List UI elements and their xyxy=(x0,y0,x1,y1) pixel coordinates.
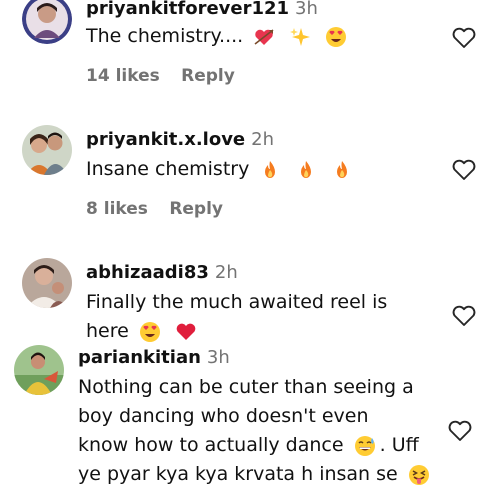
like-heart-icon[interactable] xyxy=(451,26,477,50)
reply-button[interactable]: Reply xyxy=(169,199,223,219)
like-heart-icon[interactable] xyxy=(447,419,473,443)
avatar[interactable] xyxy=(14,345,64,395)
timestamp: 2h xyxy=(251,129,275,150)
like-heart-icon[interactable] xyxy=(451,304,477,328)
tongue-face-emoji-icon xyxy=(408,464,430,486)
comment-text-line-group: ye pyar kya kya krvata h insan se xyxy=(78,460,434,489)
comment-text-line: boy dancing who doesn't even xyxy=(78,405,369,427)
comment-text: Nothing can be cuter than seeing a boy d… xyxy=(78,373,434,489)
comment-text-line-group: here xyxy=(86,317,387,346)
sparkles-emoji-icon xyxy=(289,26,311,48)
avatar[interactable] xyxy=(22,125,72,175)
heart-eyes-emoji-icon xyxy=(325,26,347,48)
comment-header: priyankit.x.love 2h xyxy=(86,129,274,151)
like-heart-icon[interactable] xyxy=(451,158,477,182)
fire-emoji-icon xyxy=(331,159,353,181)
comment-text-content: Insane chemistry xyxy=(86,158,250,180)
username[interactable]: priyankitforever121 xyxy=(86,0,289,19)
fire-emoji-icon xyxy=(295,159,317,181)
red-heart-emoji-icon xyxy=(175,321,197,343)
likes-count[interactable]: 8 likes xyxy=(86,199,148,219)
username[interactable]: abhizaadi83 xyxy=(86,262,209,283)
comment-text-line: here xyxy=(86,320,129,342)
timestamp: 2h xyxy=(214,262,238,283)
comment-text-line: . Uff xyxy=(379,434,419,456)
comment-header: pariankitian 3h xyxy=(78,347,230,369)
comments-screen: priyankitforever121 3h The chemistry.... xyxy=(0,0,500,500)
avatar[interactable] xyxy=(22,0,72,44)
comment-header: priyankitforever121 3h xyxy=(86,0,318,20)
reply-button[interactable]: Reply xyxy=(181,66,235,86)
username[interactable]: priyankit.x.love xyxy=(86,129,245,150)
comment-item: pariankitian 3h Nothing can be cuter than… xyxy=(0,345,500,500)
comment-text-line: know how to actually dance xyxy=(78,434,344,456)
grin-sweat-emoji-icon xyxy=(354,435,376,457)
comment-header: abhizaadi83 2h xyxy=(86,262,238,284)
heart-arrow-emoji-icon xyxy=(253,26,275,48)
comment-item: priyankit.x.love 2h Insane chemistry 8 l… xyxy=(0,125,500,235)
username[interactable]: pariankitian xyxy=(78,347,201,368)
comment-text-line: Finally the much awaited reel is xyxy=(86,291,388,313)
comment-text: Insane chemistry xyxy=(86,155,357,184)
comment-text-content: The chemistry.... xyxy=(86,25,244,47)
comment-text-line: Nothing can be cuter than seeing a xyxy=(78,376,414,398)
timestamp: 3h xyxy=(295,0,318,19)
timestamp: 3h xyxy=(206,347,230,368)
fire-emoji-icon xyxy=(259,159,281,181)
comment-item: priyankitforever121 3h The chemistry.... xyxy=(0,0,500,100)
comment-meta: 8 likes Reply xyxy=(86,199,223,219)
avatar[interactable] xyxy=(22,258,72,308)
comment-text-line-group: know how to actually dance . Uff xyxy=(78,431,434,460)
comment-text: Finally the much awaited reel is here xyxy=(86,288,387,346)
heart-eyes-emoji-icon xyxy=(139,321,161,343)
comment-text: The chemistry.... xyxy=(86,22,351,51)
comment-item: abhizaadi83 2h Finally the much awaited r… xyxy=(0,258,500,343)
likes-count[interactable]: 14 likes xyxy=(86,66,160,86)
comment-meta: 14 likes Reply xyxy=(86,66,235,86)
comment-text-line: ye pyar kya kya krvata h insan se xyxy=(78,463,398,485)
